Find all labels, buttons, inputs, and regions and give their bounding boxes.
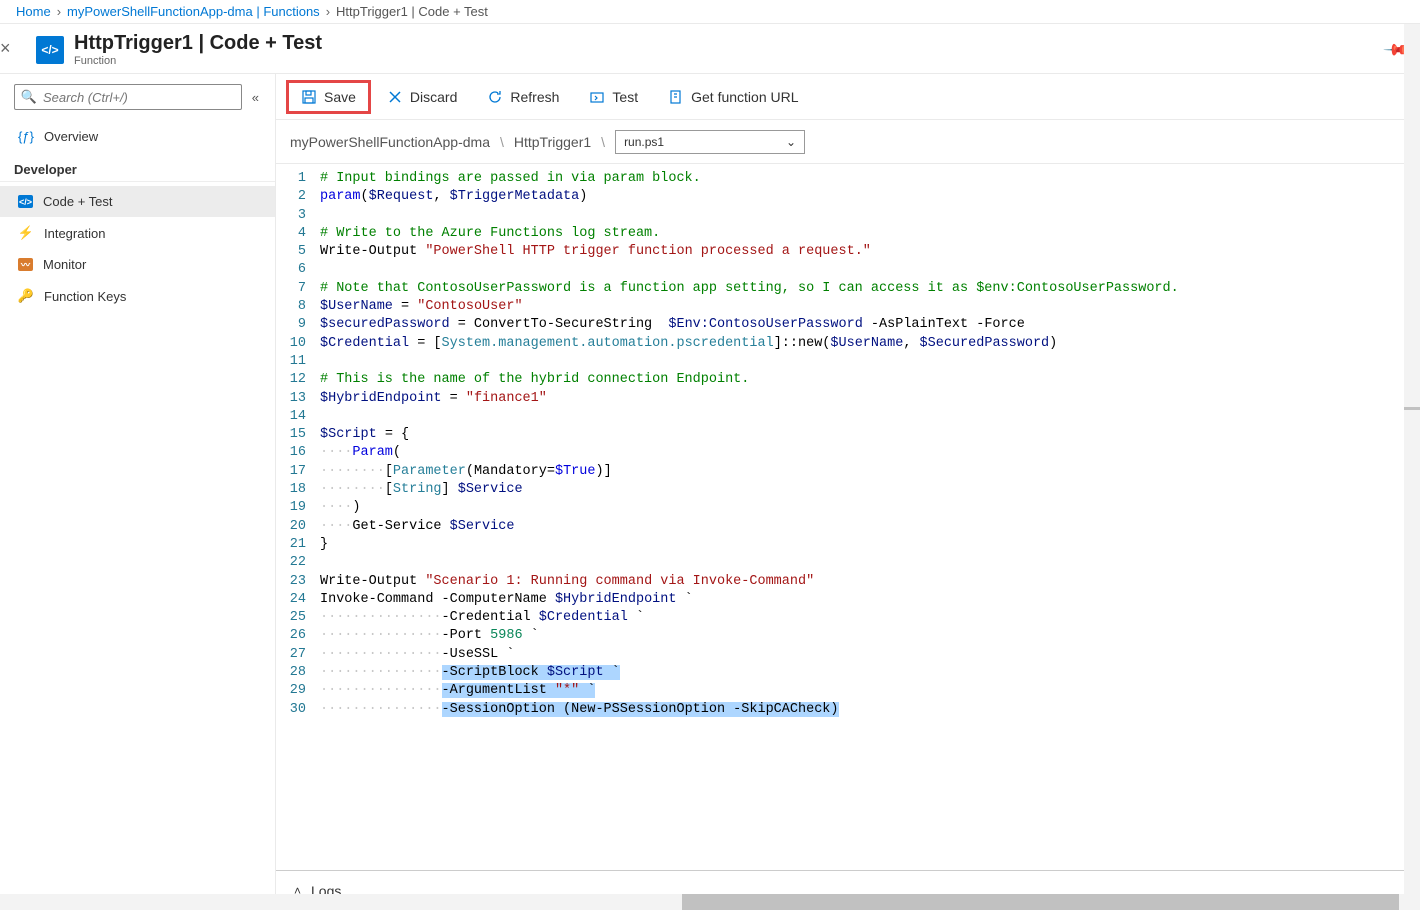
toolbar-label: Save: [324, 89, 356, 105]
toolbar: Save Discard Refresh Test Get function U…: [276, 74, 1420, 120]
refresh-button[interactable]: Refresh: [473, 81, 573, 113]
file-selector-value: run.ps1: [624, 135, 664, 149]
file-path-bar: myPowerShellFunctionApp-dma \ HttpTrigge…: [276, 120, 1420, 164]
scrollbar-thumb[interactable]: [1404, 407, 1420, 410]
sidebar-item-label: Code + Test: [43, 194, 113, 209]
breadcrumb-current: HttpTrigger1 | Code + Test: [336, 4, 488, 19]
test-button[interactable]: Test: [575, 81, 652, 113]
page-subtitle: Function: [74, 55, 322, 67]
overview-icon: {ƒ}: [18, 128, 34, 144]
save-button[interactable]: Save: [286, 80, 371, 114]
sidebar-item-code-test[interactable]: </> Code + Test: [0, 186, 275, 217]
code-icon: </>: [18, 195, 33, 208]
horizontal-scrollbar[interactable]: [0, 894, 1420, 910]
function-icon: </>: [36, 36, 64, 64]
path-segment-app: myPowerShellFunctionApp-dma: [290, 134, 490, 150]
page-header: × </> HttpTrigger1 | Code + Test Functio…: [0, 24, 1420, 74]
toolbar-label: Test: [612, 89, 638, 105]
sidebar-item-integration[interactable]: ⚡ Integration: [0, 217, 275, 249]
sidebar-item-overview[interactable]: {ƒ} Overview: [0, 120, 275, 152]
page-title: HttpTrigger1 | Code + Test: [74, 32, 322, 55]
toolbar-label: Refresh: [510, 89, 559, 105]
close-icon[interactable]: ×: [0, 38, 17, 59]
search-field[interactable]: [43, 90, 235, 105]
path-separator: \: [601, 134, 605, 150]
code-content[interactable]: # Input bindings are passed in via param…: [320, 170, 1420, 870]
save-icon: [301, 89, 317, 105]
sidebar-item-label: Monitor: [43, 257, 86, 272]
vertical-scrollbar[interactable]: [1404, 24, 1420, 894]
key-icon: 🔑: [18, 288, 34, 304]
chevron-down-icon: ⌄: [786, 135, 796, 149]
search-icon: 🔍: [21, 89, 37, 105]
lightning-icon: ⚡: [18, 225, 34, 241]
main-panel: Save Discard Refresh Test Get function U…: [276, 74, 1420, 910]
sidebar-item-label: Overview: [44, 129, 98, 144]
breadcrumb: Home › myPowerShellFunctionApp-dma | Fun…: [0, 0, 1420, 24]
sidebar-item-label: Function Keys: [44, 289, 126, 304]
code-editor[interactable]: 1234567891011121314151617181920212223242…: [276, 164, 1420, 870]
test-icon: [589, 89, 605, 105]
line-number-gutter: 1234567891011121314151617181920212223242…: [276, 170, 320, 870]
sidebar-item-function-keys[interactable]: 🔑 Function Keys: [0, 280, 275, 312]
search-input[interactable]: 🔍: [14, 84, 242, 110]
sidebar: 🔍 « {ƒ} Overview Developer </> Code + Te…: [0, 74, 276, 910]
close-icon: [387, 89, 403, 105]
toolbar-label: Get function URL: [691, 89, 798, 105]
file-selector[interactable]: run.ps1 ⌄: [615, 130, 805, 154]
sidebar-item-monitor[interactable]: 〰 Monitor: [0, 249, 275, 280]
chevron-right-icon: ›: [57, 4, 61, 19]
monitor-icon: 〰: [18, 258, 33, 271]
sidebar-item-label: Integration: [44, 226, 105, 241]
link-icon: [668, 89, 684, 105]
toolbar-label: Discard: [410, 89, 457, 105]
path-separator: \: [500, 134, 504, 150]
sidebar-section-developer: Developer: [0, 152, 275, 182]
get-function-url-button[interactable]: Get function URL: [654, 81, 812, 113]
discard-button[interactable]: Discard: [373, 81, 471, 113]
breadcrumb-app[interactable]: myPowerShellFunctionApp-dma | Functions: [67, 4, 320, 19]
breadcrumb-home[interactable]: Home: [16, 4, 51, 19]
path-segment-function: HttpTrigger1: [514, 134, 591, 150]
chevron-right-icon: ›: [326, 4, 330, 19]
scrollbar-thumb[interactable]: [682, 894, 1399, 910]
refresh-icon: [487, 89, 503, 105]
collapse-sidebar-icon[interactable]: «: [250, 88, 261, 107]
